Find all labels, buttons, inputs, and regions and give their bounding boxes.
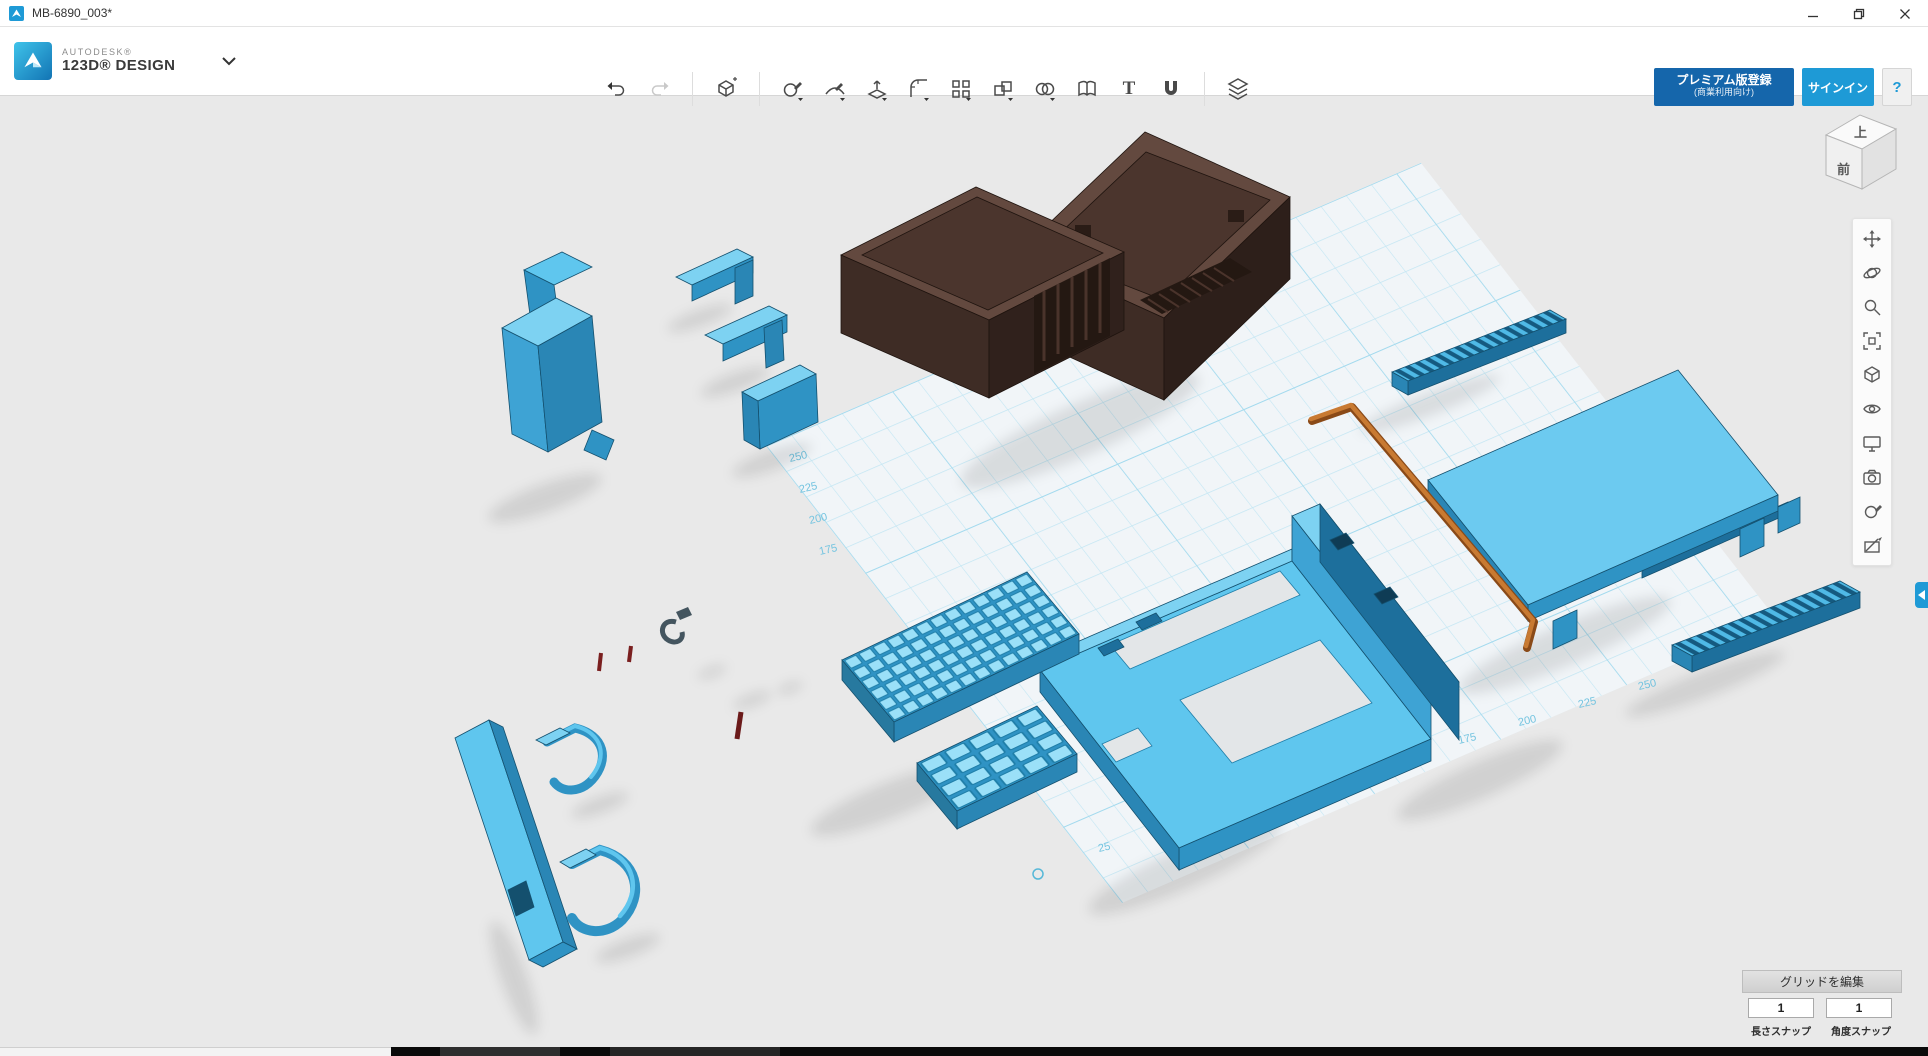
app-menu-chevron-icon[interactable] [221,56,237,66]
taskbar-segment[interactable] [0,1047,391,1056]
pan-icon [1862,229,1882,249]
taskbar-segment[interactable] [440,1047,560,1056]
brand-product: 123D® DESIGN [62,58,175,75]
window-title: MB-6890_003* [32,6,112,20]
panel-expand-arrow[interactable] [1915,582,1928,608]
model-side-rail[interactable] [455,720,577,967]
view-cube-front-label: 前 [1837,162,1850,177]
arrow-left-icon [1918,590,1925,600]
app-toolbar: AUTODESK® 123D® DESIGN [0,27,1928,96]
brand-block: AUTODESK® 123D® DESIGN [14,42,237,80]
viewport-canvas[interactable]: 250 225 200 175 25 50 75 100 125 150 175… [0,96,1928,1047]
display-settings-button[interactable] [1853,426,1891,460]
model-side-bracket[interactable] [502,252,614,460]
section-view-button[interactable] [1853,528,1891,562]
face[interactable] [1778,497,1800,533]
model-clip-bracket[interactable] [676,249,753,304]
standard-views-button[interactable] [1853,358,1891,392]
navigation-toolbar [1852,218,1892,566]
restore-button[interactable] [1836,0,1882,27]
section-view-icon [1862,535,1882,555]
material-button[interactable] [1853,494,1891,528]
view-cube[interactable]: 上 前 [1808,98,1912,198]
restore-icon [1853,8,1865,20]
fit-view-icon [1862,331,1882,351]
model-hook-bracket[interactable] [536,726,602,790]
angle-snap-input[interactable] [1826,998,1892,1018]
view-cube-icon [1862,365,1882,385]
angle-snap-label: 角度スナップ [1820,1023,1902,1038]
model-small-clip[interactable] [662,607,692,642]
hide-show-button[interactable] [1853,392,1891,426]
app-icon [9,6,24,21]
grid-axis-label: 175 [818,542,839,558]
screenshot-button[interactable] [1853,460,1891,494]
display-settings-icon [1862,433,1882,453]
premium-button-line1: プレミアム版登録 [1654,73,1794,87]
edit-grid-button[interactable]: グリッドを編集 [1742,970,1902,993]
app-window: MB-6890_003* AUTO [0,0,1928,1056]
model-hook-bracket[interactable] [560,848,635,931]
eye-icon [1862,399,1882,419]
grid-axis-label: 250 [1637,677,1658,693]
face[interactable] [584,430,614,460]
orbit-icon [1862,263,1882,283]
face[interactable] [764,320,784,368]
length-snap-label: 長さスナップ [1740,1023,1822,1038]
minimize-button[interactable] [1790,0,1836,27]
model-small-pins[interactable] [599,646,741,739]
pan-button[interactable] [1853,222,1891,256]
app-logo[interactable] [14,42,52,80]
zoom-icon [1862,297,1882,317]
face[interactable] [735,260,753,304]
face[interactable] [742,392,760,449]
grid-origin-anchor[interactable] [1033,869,1043,879]
minimize-icon [1807,8,1819,20]
orbit-button[interactable] [1853,256,1891,290]
logo-glyph-icon [19,47,47,75]
fit-view-button[interactable] [1853,324,1891,358]
face[interactable] [1228,210,1244,222]
brand-text: AUTODESK® 123D® DESIGN [62,48,175,74]
grid-axis-label: 200 [808,511,829,527]
close-icon [1899,8,1911,20]
close-button[interactable] [1882,0,1928,27]
view-cube-top-label: 上 [1854,125,1867,140]
material-icon [1862,501,1882,521]
title-bar: MB-6890_003* [0,0,1928,27]
length-snap-input[interactable] [1748,998,1814,1018]
camera-icon [1862,467,1882,487]
zoom-button[interactable] [1853,290,1891,324]
taskbar-segment[interactable] [610,1047,780,1056]
taskbar-sliver[interactable] [0,1047,1928,1056]
